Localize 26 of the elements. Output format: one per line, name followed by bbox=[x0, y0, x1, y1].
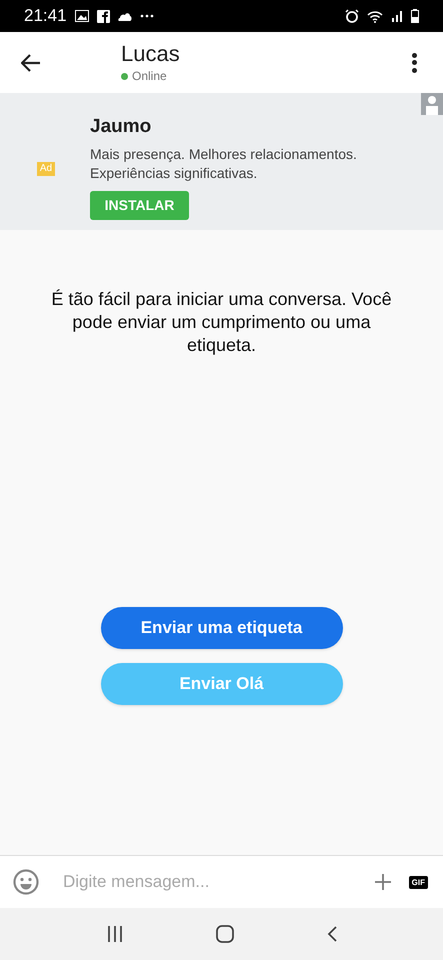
ad-badge: Ad bbox=[36, 162, 56, 176]
status-time: 21:41 bbox=[24, 5, 67, 28]
image-icon bbox=[74, 10, 89, 22]
recent-apps-icon[interactable] bbox=[106, 926, 122, 942]
contact-name: Lucas bbox=[121, 40, 180, 68]
install-button[interactable]: INSTALAR bbox=[90, 190, 189, 220]
back-nav-icon[interactable] bbox=[326, 926, 336, 942]
ad-title: Jaumo bbox=[90, 115, 152, 139]
signal-icon bbox=[391, 10, 403, 22]
battery-icon bbox=[411, 9, 419, 23]
gif-button[interactable]: GIF bbox=[408, 876, 428, 888]
message-input[interactable]: Digite mensagem... bbox=[63, 869, 375, 895]
plus-icon[interactable] bbox=[374, 874, 391, 890]
back-button[interactable] bbox=[20, 52, 42, 74]
wifi-icon bbox=[367, 10, 383, 22]
send-button[interactable]: Enviar uma etiqueta bbox=[100, 607, 342, 649]
chat-intro-text: É tão fácil para iniciar uma conversa. Você pode enviar um cumprimento ou uma etiqueta. bbox=[50, 288, 393, 357]
social-app-icon bbox=[96, 10, 110, 22]
more-notifications-icon bbox=[140, 14, 154, 18]
home-icon[interactable] bbox=[216, 925, 234, 943]
cloud-icon bbox=[118, 12, 132, 20]
alarm-icon bbox=[345, 9, 359, 23]
emoji-icon[interactable] bbox=[13, 869, 39, 895]
ad-description: Mais presença. Melhores relacionamentos. Experiências significativas. bbox=[90, 144, 358, 182]
presence-status: Online bbox=[132, 68, 167, 86]
more-options-button[interactable] bbox=[411, 52, 417, 72]
